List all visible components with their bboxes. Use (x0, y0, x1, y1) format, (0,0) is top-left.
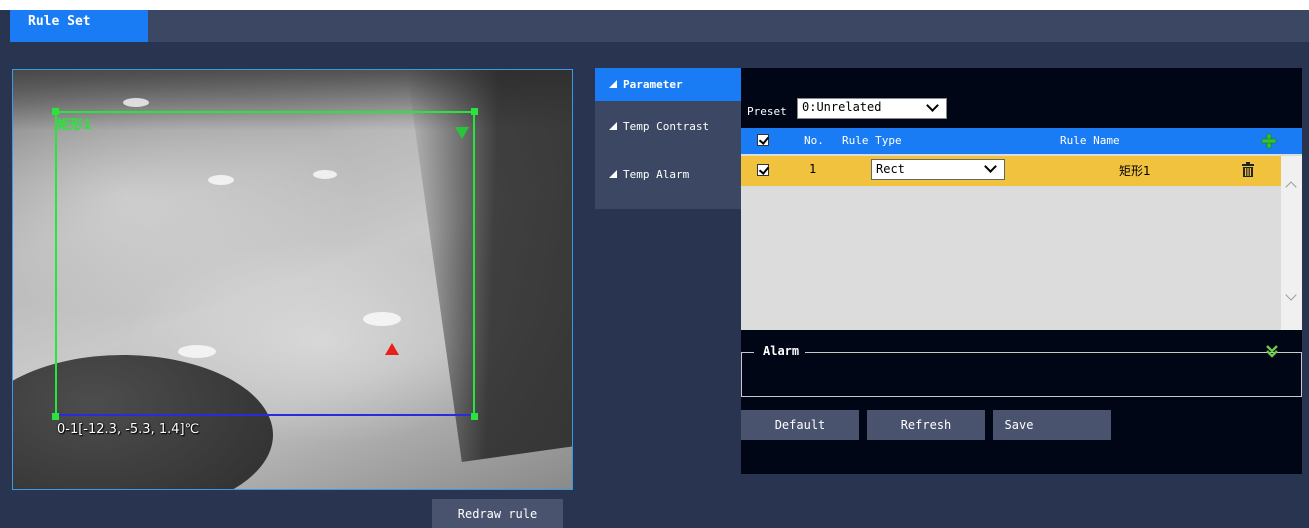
max-temp-marker-icon (385, 343, 399, 355)
triangle-icon (609, 80, 617, 88)
nav-item-temp-alarm[interactable]: Temp Alarm (595, 158, 741, 191)
thermal-video-preview[interactable]: 矩形1 0-1[-12.3, -5.3, 1.4]℃ (12, 69, 573, 490)
preset-label: Preset (747, 105, 787, 118)
rect-handle-bottom-right[interactable] (471, 413, 478, 420)
nav-item-label: Temp Alarm (623, 168, 690, 181)
default-button[interactable]: Default (741, 410, 859, 440)
header-no: No. (804, 134, 824, 147)
chevron-down-icon (984, 160, 997, 173)
min-temp-marker-icon (455, 127, 469, 139)
nav-item-label: Parameter (623, 78, 683, 91)
tab-rule-set[interactable]: Rule Set (10, 10, 148, 42)
parameter-panel: Preset 0:Unrelated No. Rule Type Rule Na… (741, 68, 1302, 474)
row-rule-name: 矩形1 (1119, 164, 1151, 178)
alarm-title: Alarm (763, 344, 800, 358)
double-chevron-down-icon[interactable] (1265, 344, 1279, 358)
nav-item-temp-contrast[interactable]: Temp Contrast (595, 110, 741, 143)
row-no: 1 (809, 162, 817, 176)
alarm-section (741, 352, 1302, 397)
row-checkbox[interactable] (757, 164, 769, 176)
rule-table-header: No. Rule Type Rule Name (741, 128, 1302, 154)
nav-item-label: Temp Contrast (623, 120, 710, 133)
rule-type-value: Rect (876, 162, 905, 176)
rule-type-select[interactable]: Rect (871, 159, 1005, 180)
rule-side-nav: Parameter Temp Contrast Temp Alarm (595, 68, 741, 209)
temperature-readout: 0-1[-12.3, -5.3, 1.4]℃ (57, 422, 200, 437)
refresh-button[interactable]: Refresh (867, 410, 985, 440)
preset-select[interactable]: 0:Unrelated (797, 98, 947, 119)
rule-set-page: Rule Set 矩形1 0-1[-12.3, -5.3, 1.4]℃ Redr… (0, 10, 1309, 528)
redraw-rule-button[interactable]: Redraw rule (432, 499, 563, 528)
rule-table: No. Rule Type Rule Name 1 Rect 矩形1 (741, 128, 1302, 330)
nav-item-parameter[interactable]: Parameter (595, 68, 741, 101)
rect-handle-top-right[interactable] (471, 108, 478, 115)
video-texture (123, 98, 149, 107)
top-margin (0, 0, 1309, 10)
save-button[interactable]: Save (993, 410, 1111, 440)
table-scrollbar[interactable] (1281, 156, 1302, 330)
scroll-down-icon[interactable] (1285, 289, 1297, 301)
chevron-down-icon (926, 99, 939, 112)
table-row[interactable]: 1 Rect 矩形1 (741, 156, 1281, 186)
rule-rectangle-label: 矩形1 (57, 118, 93, 133)
rect-handle-bottom-left[interactable] (52, 413, 59, 420)
tab-bar: Rule Set (10, 10, 1309, 42)
select-all-checkbox[interactable] (757, 134, 769, 146)
triangle-icon (609, 122, 617, 130)
triangle-icon (609, 170, 617, 178)
preset-value: 0:Unrelated (802, 100, 882, 114)
scroll-up-icon[interactable] (1285, 181, 1297, 193)
add-rule-plus-icon[interactable] (1261, 133, 1277, 149)
rule-rectangle-bottom-edge (57, 414, 473, 416)
header-rule-type: Rule Type (842, 134, 902, 147)
rule-rectangle[interactable] (55, 111, 475, 416)
trash-icon[interactable] (1241, 162, 1255, 178)
header-rule-name: Rule Name (1060, 134, 1120, 147)
